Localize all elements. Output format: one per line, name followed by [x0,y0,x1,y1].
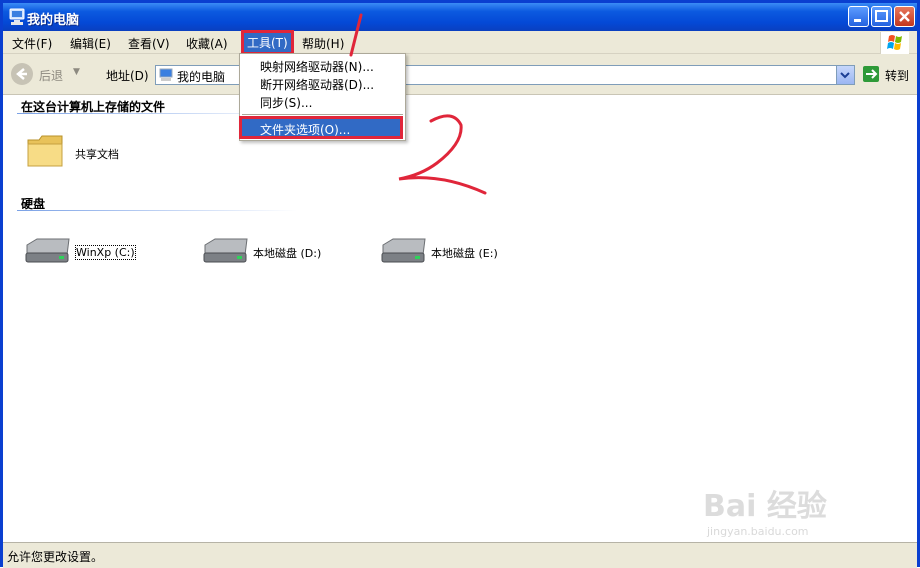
drive-d-label[interactable]: 本地磁盘 (D:) [253,245,321,261]
watermark-logo-text: Bai 经验 [703,489,827,524]
address-dropdown-button[interactable] [836,66,854,84]
maximize-icon [875,10,888,22]
section-divider [17,210,297,211]
menu-item-disconnect-network-drive[interactable]: 断开网络驱动器(D)... [260,76,374,93]
annotation-mark-2 [398,114,487,195]
watermark-url: jingyan.baidu.com [707,525,809,538]
go-label[interactable]: 转到 [885,67,909,84]
back-button[interactable] [11,63,33,85]
close-icon [899,11,910,22]
hard-drive-icon[interactable] [201,237,249,265]
menu-tools[interactable]: 工具(T) [241,30,294,55]
folder-icon[interactable] [25,131,65,171]
baidu-watermark: Bai 经验 jingyan.baidu.com [703,481,827,538]
go-arrow-icon [866,69,878,79]
back-label[interactable]: 后退 [39,67,63,84]
windows-logo [880,32,909,54]
minimize-button[interactable] [848,6,869,27]
explorer-window: 我的电脑 文件(F) 编辑(E) 查看(V) 收藏(A) 工具(T) 帮助(H)… [0,0,920,568]
tools-menu-dropdown: 映射网络驱动器(N)... 断开网络驱动器(D)... 同步(S)... 文件夹… [239,53,406,141]
minimize-icon [854,19,861,22]
menu-favorites[interactable]: 收藏(A) [186,35,228,52]
hard-drive-icon[interactable] [23,237,71,265]
maximize-button[interactable] [871,6,892,27]
windows-flag-icon [887,35,902,50]
shared-documents-label[interactable]: 共享文档 [75,146,119,162]
close-button[interactable] [894,6,915,27]
menu-file[interactable]: 文件(F) [12,35,52,52]
menu-item-synchronize[interactable]: 同步(S)... [260,94,312,111]
back-arrow-icon [16,68,27,80]
status-bar: 允许您更改设置。 [3,542,917,568]
drive-e-label[interactable]: 本地磁盘 (E:) [431,245,498,261]
address-label: 地址(D) [106,69,149,83]
toolbar: 后退 ▼ 地址(D) 我的电脑 转到 [3,54,917,95]
menu-view[interactable]: 查看(V) [128,35,170,52]
annotation-mark-1 [349,13,363,57]
computer-icon [9,8,25,25]
back-dropdown-icon[interactable]: ▼ [73,67,80,77]
hard-drive-icon[interactable] [379,237,427,265]
address-value: 我的电脑 [177,70,226,84]
drive-c-label[interactable]: WinXp (C:) [75,245,136,260]
chevron-down-icon [840,72,850,79]
window-title: 我的电脑 [27,13,80,28]
menu-separator [242,114,403,115]
menu-item-folder-options[interactable]: 文件夹选项(O)... [260,121,350,138]
computer-icon [159,68,173,81]
menu-edit[interactable]: 编辑(E) [70,35,111,52]
go-button[interactable] [863,66,879,82]
title-bar[interactable]: 我的电脑 [3,3,917,31]
menu-bar: 文件(F) 编辑(E) 查看(V) 收藏(A) 工具(T) 帮助(H) [3,30,917,55]
status-text: 允许您更改设置。 [7,550,104,564]
